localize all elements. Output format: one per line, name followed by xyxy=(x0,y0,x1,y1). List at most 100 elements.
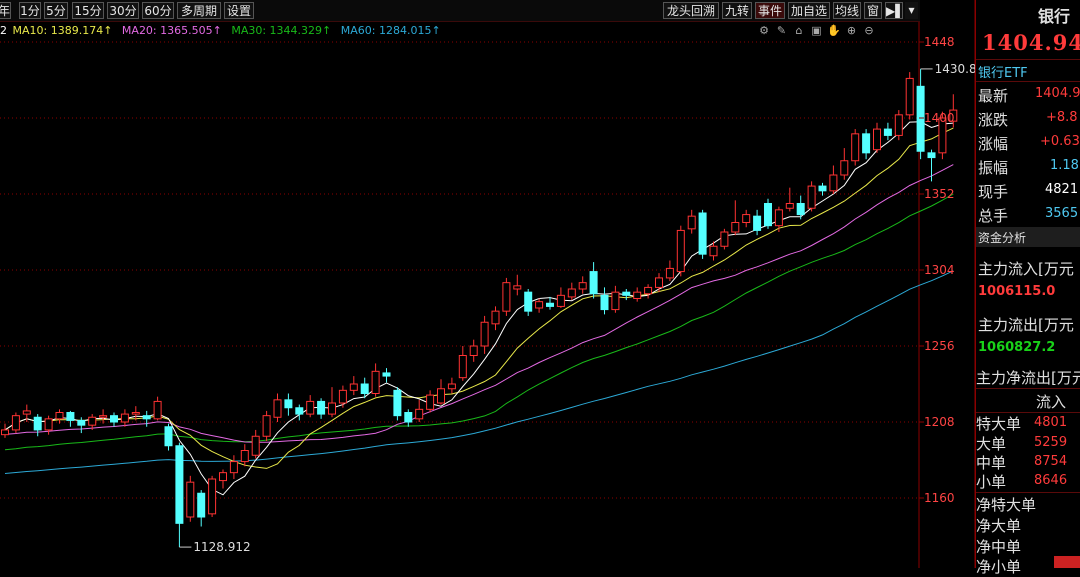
candle xyxy=(66,410,75,427)
ma30-line xyxy=(4,193,954,451)
candle xyxy=(502,277,511,316)
candle xyxy=(295,404,304,421)
order-label-small: 小单 xyxy=(976,473,1007,491)
candle xyxy=(55,409,64,424)
candle-body xyxy=(829,174,838,192)
candle xyxy=(404,409,413,427)
candle-body xyxy=(415,408,424,420)
candle-body xyxy=(905,77,914,116)
candle xyxy=(33,414,42,437)
candle xyxy=(567,282,576,301)
y-tick-label: 1256 xyxy=(924,339,955,353)
candle-body xyxy=(142,415,151,420)
candle xyxy=(774,206,783,232)
candle-body xyxy=(720,231,729,247)
order-label-super: 特大单 xyxy=(976,415,1022,433)
ma5-line xyxy=(4,121,954,496)
candlestick-chart[interactable]: 1430.830 1128.912 1448 1400 1352 1304 1256 120… xyxy=(0,0,975,568)
candle-body xyxy=(687,215,696,230)
candle xyxy=(742,209,751,228)
row-label-change-pct: 涨幅 xyxy=(978,135,1009,153)
candle xyxy=(785,187,794,212)
candle-body xyxy=(219,472,227,482)
candle xyxy=(251,429,260,459)
candle xyxy=(851,129,860,166)
main-inflow-label: 主力流入[万元 xyxy=(978,260,1074,278)
candle-body xyxy=(873,128,881,151)
row-label-change: 涨跌 xyxy=(978,111,1009,129)
candle xyxy=(546,296,554,310)
candle-body xyxy=(44,418,53,431)
net-order-medium: 净中单 xyxy=(976,538,1022,556)
candle-body xyxy=(665,267,674,279)
candle-body xyxy=(458,355,467,379)
candle xyxy=(894,110,903,141)
candle xyxy=(306,395,315,418)
candle-body xyxy=(66,412,75,421)
fund-analysis-title: 资金分析 xyxy=(978,231,1027,245)
order-value-small: 8646 xyxy=(1034,473,1068,488)
row-value-amplitude: 1.18 xyxy=(1050,158,1079,173)
candle-body xyxy=(120,413,129,423)
candle-body xyxy=(328,402,336,415)
candle-body xyxy=(698,212,707,255)
y-tick-label: 1352 xyxy=(924,187,955,201)
candle-body xyxy=(317,400,326,415)
candle xyxy=(883,122,892,141)
security-name: 银行ETF xyxy=(978,66,1028,81)
candle xyxy=(644,284,653,299)
candle-body xyxy=(426,394,435,410)
candle-body xyxy=(491,310,500,325)
candle xyxy=(382,368,391,383)
order-label-medium: 中单 xyxy=(976,454,1007,472)
order-value-large: 5259 xyxy=(1034,435,1068,450)
candles xyxy=(1,68,958,548)
candle-body xyxy=(197,492,206,518)
y-tick-label: 1400 xyxy=(924,111,955,125)
candle-body xyxy=(77,419,86,426)
candle xyxy=(338,385,347,408)
candle-body xyxy=(338,389,347,404)
candle xyxy=(764,198,772,229)
candle-body xyxy=(240,450,249,463)
panel-corner-badge[interactable] xyxy=(1054,556,1080,568)
candle xyxy=(480,315,489,354)
fund-analysis-header[interactable]: 资金分析 xyxy=(976,227,1080,247)
net-order-small: 净小单 xyxy=(976,558,1022,576)
candle-body xyxy=(818,185,827,192)
candle xyxy=(393,387,402,421)
candle xyxy=(175,442,184,548)
candle-body xyxy=(644,286,653,295)
candle-body xyxy=(404,412,413,423)
candle xyxy=(655,273,663,293)
candle-body xyxy=(33,416,42,431)
candle-body xyxy=(349,383,358,391)
candle xyxy=(240,444,249,467)
inflow-column-header: 流入 xyxy=(1036,393,1067,411)
candle xyxy=(229,455,238,479)
candle xyxy=(633,287,642,302)
candle xyxy=(796,195,805,220)
candle-body xyxy=(110,415,118,423)
candle xyxy=(284,393,293,416)
candle xyxy=(513,274,522,296)
candle xyxy=(317,398,326,419)
net-order-super: 净特大单 xyxy=(976,496,1037,514)
candle-body xyxy=(186,481,195,518)
candle xyxy=(600,287,609,315)
candle xyxy=(469,339,478,362)
candle-body xyxy=(883,128,892,136)
candle-body xyxy=(851,133,860,162)
candle xyxy=(491,306,500,331)
candle-body xyxy=(437,388,445,404)
order-value-super: 4801 xyxy=(1034,415,1068,430)
candle xyxy=(829,165,838,194)
candle xyxy=(426,390,435,413)
low-price-label: 1128.912 xyxy=(193,540,250,554)
candle xyxy=(371,363,380,397)
candle-body xyxy=(567,288,576,298)
row-value-latest: 1404.9 xyxy=(1035,86,1080,101)
candle xyxy=(11,412,20,434)
candle xyxy=(622,289,631,301)
candle xyxy=(447,377,456,394)
